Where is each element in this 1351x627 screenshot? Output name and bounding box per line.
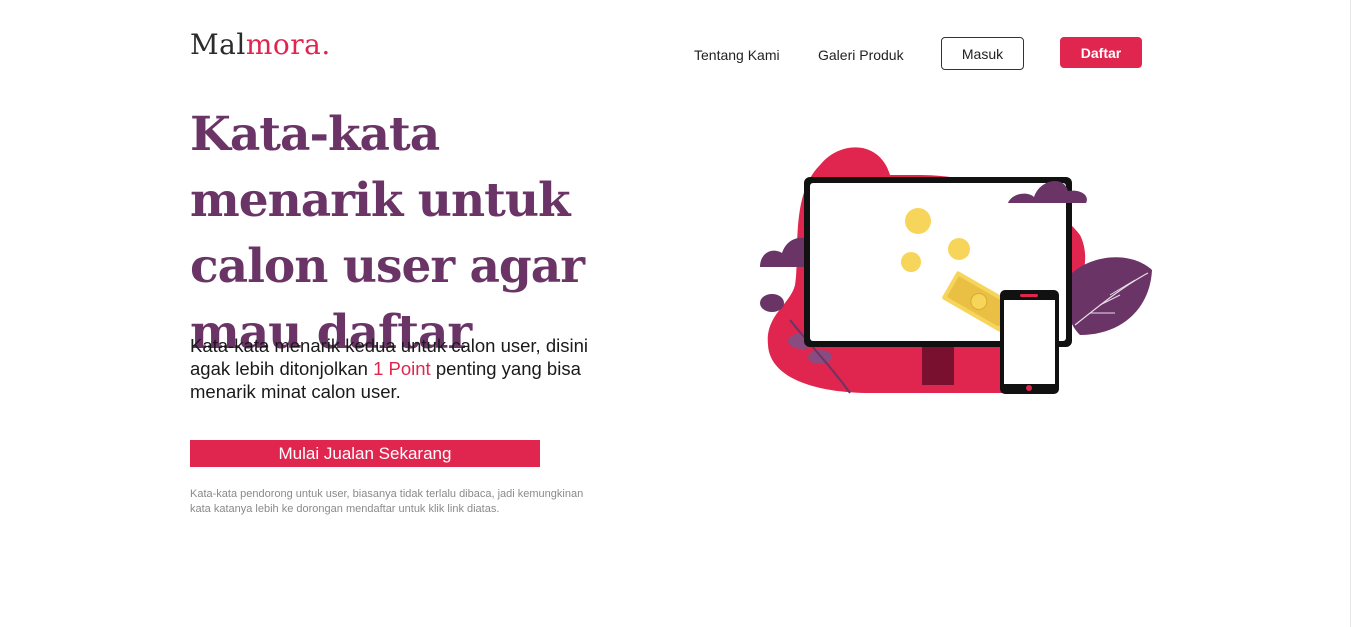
hero-subtitle: Kata-kata menarik kedua untuk calon user… — [190, 334, 610, 403]
start-selling-button[interactable]: Mulai Jualan Sekarang — [190, 440, 540, 467]
hero-note: Kata-kata pendorong untuk user, biasanya… — [190, 488, 584, 515]
coin-shape — [901, 252, 921, 272]
hero-subtitle-highlight: 1 Point — [373, 358, 431, 379]
phone-screen-shape — [1004, 300, 1055, 384]
monitor-stand-shape — [922, 345, 954, 387]
coin-shape — [905, 208, 931, 234]
brand-logo[interactable]: Malmora. — [190, 28, 331, 62]
coin-shape — [948, 238, 970, 260]
hero-title: Kata-kata menarik untuk calon user agar … — [190, 107, 585, 360]
nav-gallery-link[interactable]: Galeri Produk — [818, 46, 904, 64]
logo-text-accent: mora. — [245, 28, 331, 61]
leaf-left-shape — [760, 294, 784, 312]
login-button[interactable]: Masuk — [941, 37, 1024, 70]
landing-page: Malmora. Tentang Kami Galeri Produk Masu… — [0, 0, 1351, 627]
register-button[interactable]: Daftar — [1060, 37, 1142, 68]
logo-text-dark: Mal — [190, 28, 246, 61]
nav-about-link[interactable]: Tentang Kami — [694, 46, 780, 64]
monitor-phone-money-illustration — [760, 147, 1152, 394]
leaf-right-shape — [1065, 257, 1152, 335]
